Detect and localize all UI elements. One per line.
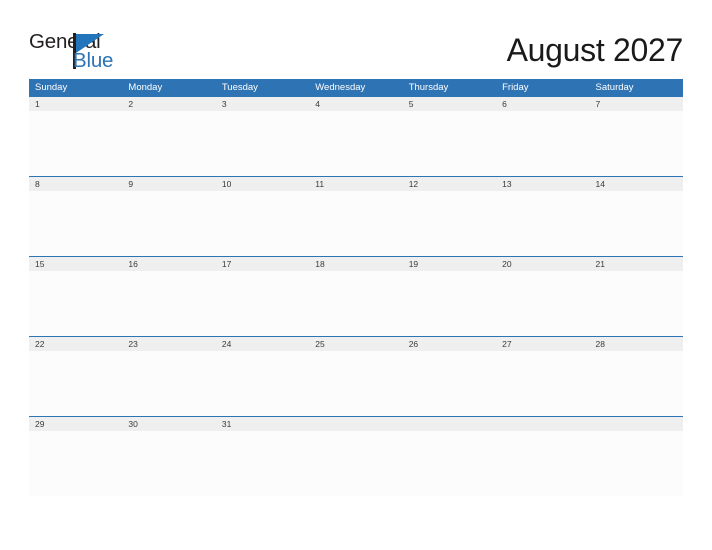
week-event-band (29, 271, 683, 336)
day-cell[interactable] (29, 431, 122, 496)
weekday-header-tuesday: Tuesday (221, 82, 258, 93)
calendar-week-row: 29 30 31 (29, 416, 683, 496)
day-cell[interactable] (403, 351, 496, 416)
day-cell[interactable] (496, 351, 589, 416)
date-number: 6 (502, 99, 507, 109)
day-cell[interactable] (309, 271, 402, 336)
day-cell[interactable] (122, 111, 215, 176)
day-cell[interactable] (29, 191, 122, 256)
week-date-band: 15 16 17 18 19 20 21 (29, 256, 683, 271)
date-number: 8 (35, 179, 40, 189)
general-blue-logo[interactable]: General Blue (29, 31, 139, 73)
day-cell[interactable] (590, 111, 683, 176)
week-event-band (29, 431, 683, 496)
day-cell[interactable] (216, 191, 309, 256)
date-number: 19 (408, 259, 419, 269)
date-number: 25 (315, 339, 325, 349)
date-number: 10 (221, 179, 232, 189)
calendar-weekday-header: Sunday Monday Tuesday Wednesday Thursday… (29, 79, 683, 96)
day-cell[interactable] (590, 271, 683, 336)
date-number: 21 (595, 259, 605, 269)
day-cell[interactable] (496, 431, 589, 496)
date-number (590, 417, 683, 431)
date-number: 28 (595, 339, 605, 349)
date-number: 11 (315, 179, 325, 189)
page-header: General Blue August 2027 (0, 0, 712, 78)
day-cell[interactable] (403, 431, 496, 496)
date-number: 12 (408, 179, 419, 189)
day-cell[interactable] (29, 351, 122, 416)
day-cell[interactable] (403, 111, 496, 176)
date-number: 1 (35, 99, 40, 109)
date-number: 20 (502, 259, 512, 269)
week-event-band (29, 191, 683, 256)
date-number: 16 (128, 259, 138, 269)
day-cell[interactable] (309, 351, 402, 416)
date-number: 30 (128, 419, 138, 429)
day-cell[interactable] (590, 191, 683, 256)
calendar-grid: Sunday Monday Tuesday Wednesday Thursday… (29, 79, 683, 496)
week-event-band (29, 351, 683, 416)
week-date-band: 29 30 31 (29, 416, 683, 431)
day-cell[interactable] (122, 191, 215, 256)
date-number: 22 (35, 339, 45, 349)
date-number: 17 (221, 259, 232, 269)
date-number: 7 (595, 99, 601, 109)
date-number: 4 (315, 99, 320, 109)
date-number: 15 (35, 259, 45, 269)
date-number: 23 (128, 339, 138, 349)
date-number: 29 (35, 419, 45, 429)
day-cell[interactable] (122, 431, 215, 496)
date-number (403, 417, 496, 431)
weekday-header-friday: Friday (502, 82, 529, 93)
week-event-band (29, 111, 683, 176)
date-number: 5 (408, 99, 414, 109)
date-number: 26 (408, 339, 419, 349)
day-cell[interactable] (403, 191, 496, 256)
day-cell[interactable] (590, 431, 683, 496)
calendar-page: General Blue August 2027 Sunday Monday T… (0, 0, 712, 550)
calendar-week-row: 8 9 10 11 12 13 14 (29, 176, 683, 256)
logo-text-blue: Blue (73, 49, 114, 72)
weekday-header-monday: Monday (128, 82, 163, 93)
day-cell[interactable] (496, 111, 589, 176)
date-number: 27 (502, 339, 512, 349)
date-number: 18 (315, 259, 325, 269)
date-number: 9 (128, 179, 134, 189)
day-cell[interactable] (29, 271, 122, 336)
date-number (309, 417, 402, 431)
date-number: 3 (221, 99, 227, 109)
date-number: 24 (221, 339, 232, 349)
weekday-header-wednesday: Wednesday (315, 82, 366, 93)
date-number: 2 (128, 99, 134, 109)
calendar-week-row: 1 2 3 4 5 6 7 (29, 96, 683, 176)
day-cell[interactable] (309, 431, 402, 496)
date-number (496, 417, 589, 431)
weekday-header-thursday: Thursday (408, 82, 449, 93)
day-cell[interactable] (309, 191, 402, 256)
day-cell[interactable] (496, 271, 589, 336)
day-cell[interactable] (29, 111, 122, 176)
page-title: August 2027 (506, 32, 684, 68)
date-number: 31 (221, 419, 232, 429)
day-cell[interactable] (403, 271, 496, 336)
day-cell[interactable] (309, 111, 402, 176)
day-cell[interactable] (216, 351, 309, 416)
weekday-header-saturday: Saturday (595, 82, 634, 93)
day-cell[interactable] (122, 351, 215, 416)
week-date-band: 22 23 24 25 26 27 28 (29, 336, 683, 351)
day-cell[interactable] (216, 271, 309, 336)
day-cell[interactable] (122, 271, 215, 336)
calendar-week-row: 15 16 17 18 19 20 21 (29, 256, 683, 336)
date-number: 14 (595, 179, 605, 189)
weekday-header-sunday: Sunday (35, 82, 68, 93)
day-cell[interactable] (216, 431, 309, 496)
day-cell[interactable] (496, 191, 589, 256)
day-cell[interactable] (216, 111, 309, 176)
week-date-band: 8 9 10 11 12 13 14 (29, 176, 683, 191)
date-number: 13 (502, 179, 512, 189)
week-date-band: 1 2 3 4 5 6 7 (29, 96, 683, 111)
day-cell[interactable] (590, 351, 683, 416)
calendar-week-row: 22 23 24 25 26 27 28 (29, 336, 683, 416)
